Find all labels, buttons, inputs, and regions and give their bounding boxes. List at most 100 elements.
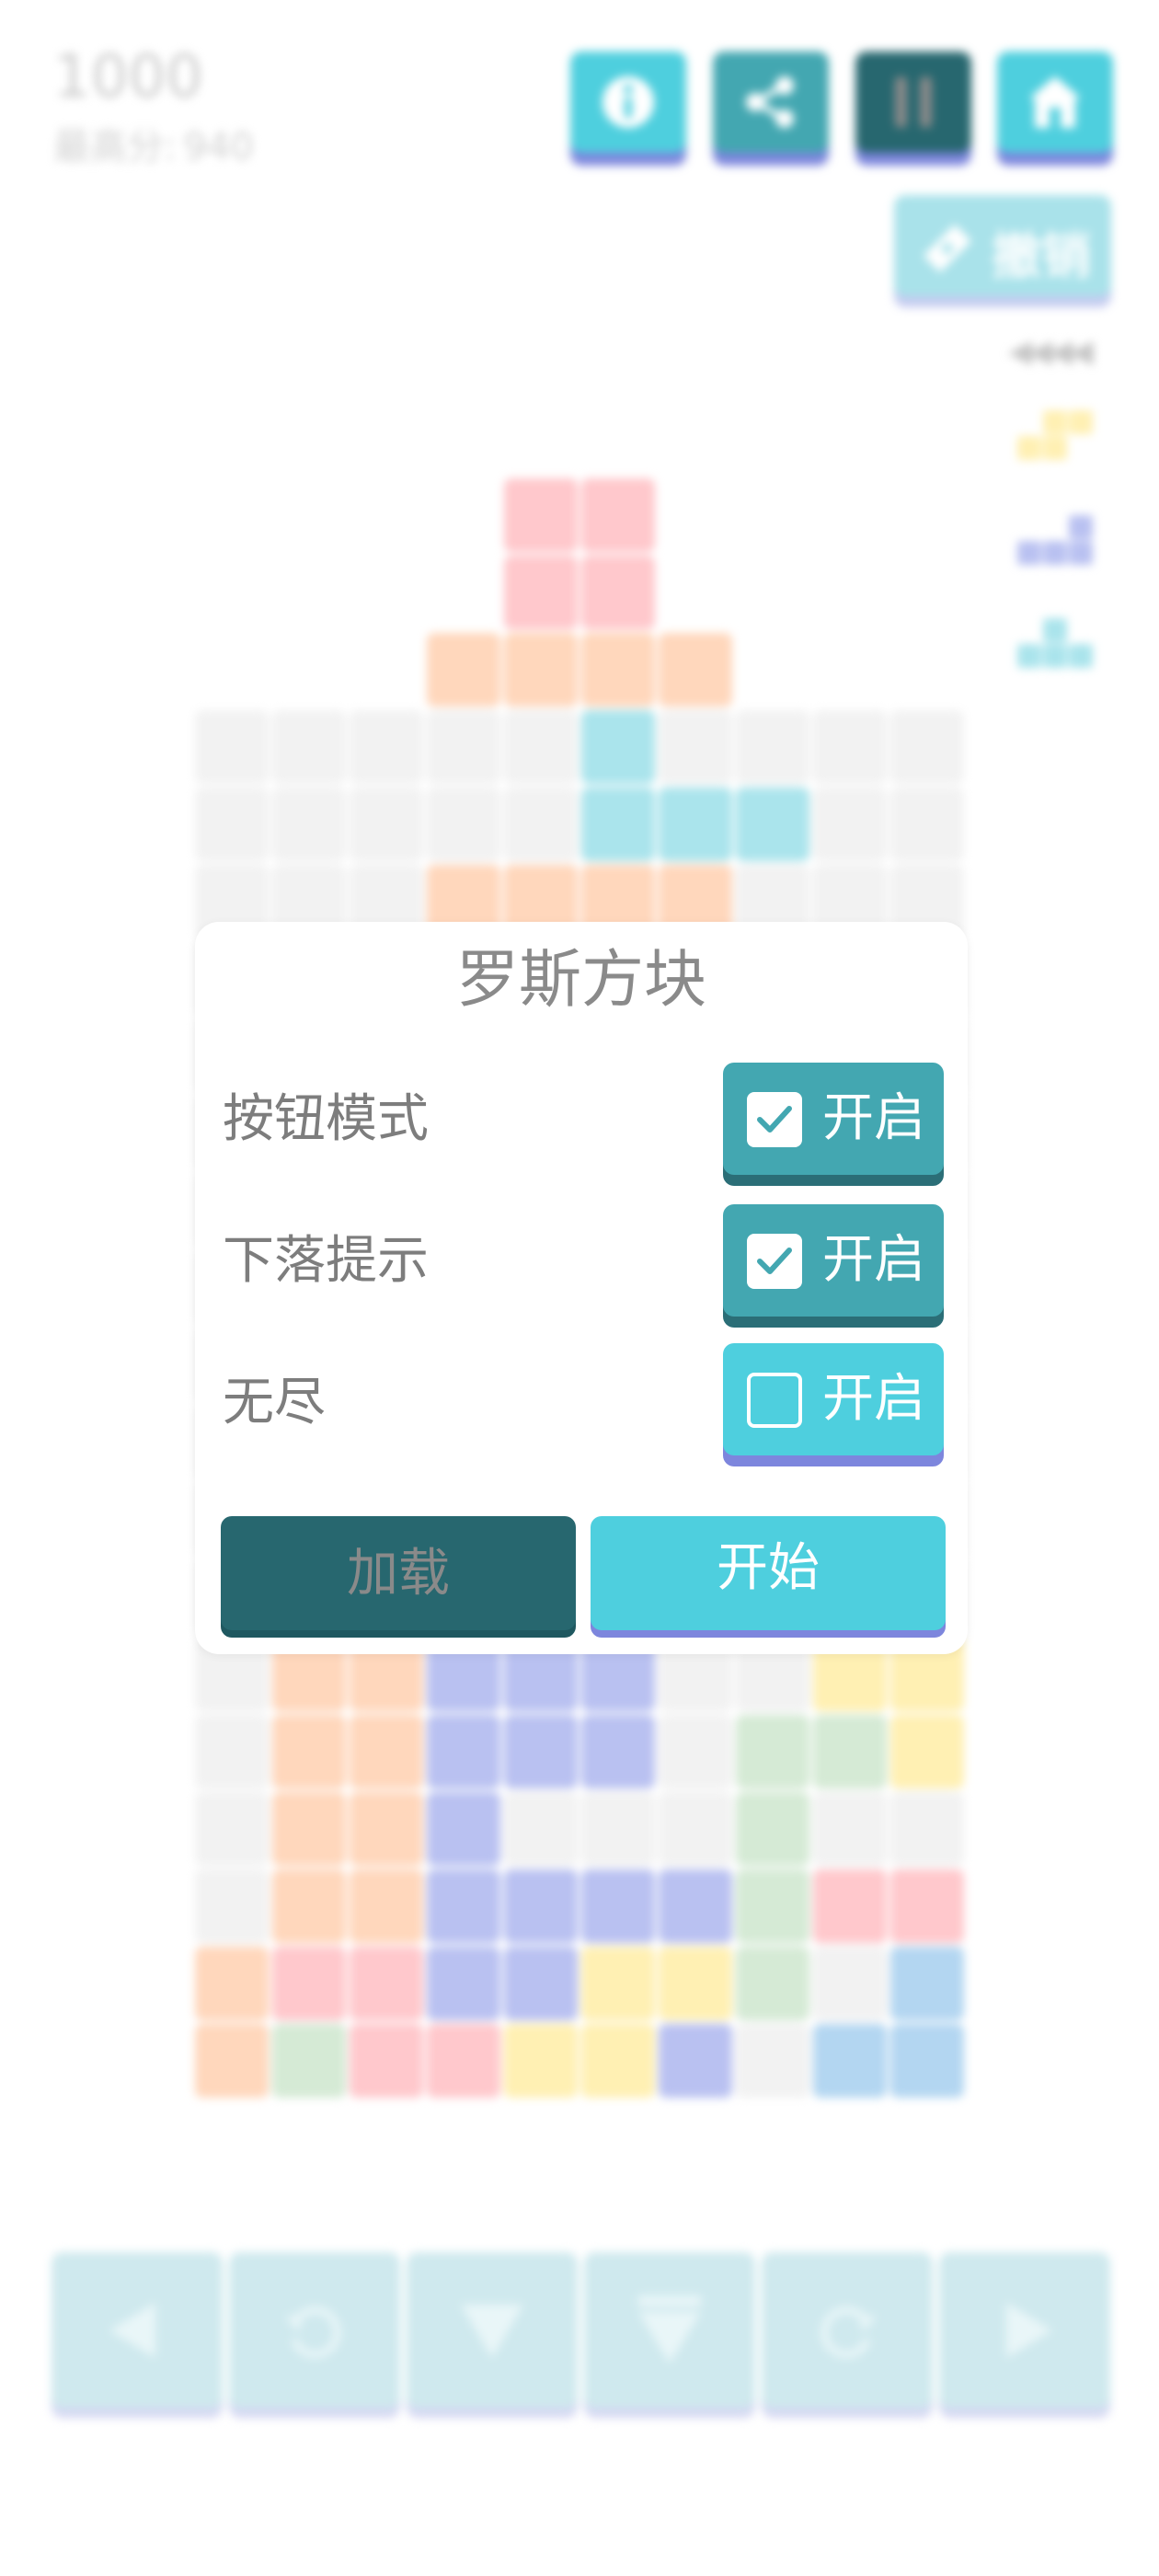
endless-toggle[interactable]: 开启 xyxy=(723,1343,944,1466)
toggle-label: 开启 xyxy=(822,1088,925,1148)
checkbox-unchecked-icon xyxy=(747,1373,802,1428)
board-cell-block xyxy=(890,1869,964,1943)
board-cell-block xyxy=(890,1947,964,2020)
board-cell-block xyxy=(504,478,578,552)
board-cell-block xyxy=(736,1869,809,1943)
board-cell-empty xyxy=(581,1792,655,1866)
rotate-ccw-icon xyxy=(285,2306,341,2359)
info-icon xyxy=(602,76,654,128)
board-cell-block xyxy=(504,1869,578,1943)
info-button[interactable] xyxy=(570,52,686,166)
board-cell-block xyxy=(581,633,655,707)
button-mode-toggle[interactable]: 开启 xyxy=(723,1063,944,1186)
board-cell-empty xyxy=(195,788,269,861)
hard-drop-button[interactable] xyxy=(584,2252,755,2418)
board-cell-block xyxy=(659,633,732,707)
board-cell-empty xyxy=(813,1792,887,1866)
pause-button[interactable] xyxy=(855,52,971,166)
current-score: 1000 xyxy=(53,43,203,111)
soft-drop-button[interactable] xyxy=(407,2252,578,2418)
board-cell-empty xyxy=(890,788,964,861)
undo-button[interactable]: 撤销 xyxy=(894,195,1111,307)
board-cell-block xyxy=(350,1947,423,2020)
option-label-button-mode: 按钮模式 xyxy=(223,1089,429,1149)
share-button[interactable] xyxy=(713,52,829,166)
start-button[interactable]: 开始 xyxy=(591,1516,946,1638)
board-cell-block xyxy=(890,1715,964,1788)
pause-icon xyxy=(895,76,932,128)
board-cell-empty xyxy=(813,788,887,861)
board-cell-empty xyxy=(736,2024,809,2098)
board-cell-block xyxy=(272,1947,346,2020)
board-cell-block xyxy=(581,788,655,861)
board-cell-empty xyxy=(272,788,346,861)
queue-indicator: ◀◀◀◀ xyxy=(1008,333,1094,370)
board-cell-block xyxy=(581,1947,655,2020)
board-cell-block xyxy=(736,1947,809,2020)
checkbox-checked-icon xyxy=(747,1092,802,1147)
rotate-cw-icon xyxy=(820,2306,877,2359)
board-cell-block xyxy=(659,1869,732,1943)
board-cell-block xyxy=(659,1947,732,2020)
option-label-drop-hint: 下落提示 xyxy=(223,1231,429,1291)
board-cell-block xyxy=(581,1715,655,1788)
board-cell-block xyxy=(890,2024,964,2098)
board-cell-block xyxy=(504,1715,578,1788)
move-left-button[interactable] xyxy=(52,2252,223,2418)
option-label-endless: 无尽 xyxy=(223,1373,326,1432)
load-button[interactable]: 加载 xyxy=(221,1516,576,1638)
board-cell-block xyxy=(195,1947,269,2020)
board-cell-block xyxy=(581,556,655,629)
board-cell-block xyxy=(659,788,732,861)
board-cell-block xyxy=(504,633,578,707)
board-cell-block xyxy=(272,2024,346,2098)
board-cell-block xyxy=(659,2024,732,2098)
board-cell-empty xyxy=(659,710,732,784)
board-cell-empty xyxy=(659,1715,732,1788)
board-cell-block xyxy=(427,1947,500,2020)
drop-hint-toggle[interactable]: 开启 xyxy=(723,1204,944,1328)
board-cell-block xyxy=(581,710,655,784)
board-cell-block xyxy=(504,2024,578,2098)
board-cell-block xyxy=(272,1715,346,1788)
board-cell-block xyxy=(813,2024,887,2098)
home-button[interactable] xyxy=(997,52,1113,166)
home-icon xyxy=(1029,76,1081,128)
dialog-title: 罗斯方块 xyxy=(455,944,706,1017)
board-cell-block xyxy=(813,1715,887,1788)
board-cell-empty xyxy=(195,1869,269,1943)
board-cell-empty xyxy=(195,1792,269,1866)
board-cell-block xyxy=(427,1792,500,1866)
double-down-icon xyxy=(638,2295,701,2363)
rotate-left-button[interactable] xyxy=(229,2252,400,2418)
board-cell-empty xyxy=(736,710,809,784)
board-cell-empty xyxy=(350,788,423,861)
board-cell-block xyxy=(427,1715,500,1788)
board-cell-empty xyxy=(195,710,269,784)
board-cell-block xyxy=(581,2024,655,2098)
board-cell-block xyxy=(813,1869,887,1943)
move-right-button[interactable] xyxy=(939,2252,1110,2418)
right-arrow-icon xyxy=(1006,2303,1052,2358)
board-cell-block xyxy=(736,1715,809,1788)
board-cell-block xyxy=(195,2024,269,2098)
board-cell-empty xyxy=(427,710,500,784)
board-cell-block xyxy=(350,2024,423,2098)
board-cell-empty xyxy=(890,1792,964,1866)
board-cell-empty xyxy=(504,1792,578,1866)
board-cell-empty xyxy=(659,1792,732,1866)
board-cell-block xyxy=(427,2024,500,2098)
board-cell-empty xyxy=(427,788,500,861)
board-cell-block xyxy=(504,1947,578,2020)
board-cell-block xyxy=(272,1792,346,1866)
board-cell-block xyxy=(736,788,809,861)
board-cell-block xyxy=(581,478,655,552)
left-arrow-icon xyxy=(109,2303,155,2358)
board-cell-block xyxy=(427,633,500,707)
board-cell-empty xyxy=(890,710,964,784)
board-cell-block xyxy=(581,1869,655,1943)
toggle-label: 开启 xyxy=(822,1369,925,1429)
board-cell-empty xyxy=(504,788,578,861)
checkbox-checked-icon xyxy=(747,1234,802,1289)
rotate-right-button[interactable] xyxy=(762,2252,933,2418)
